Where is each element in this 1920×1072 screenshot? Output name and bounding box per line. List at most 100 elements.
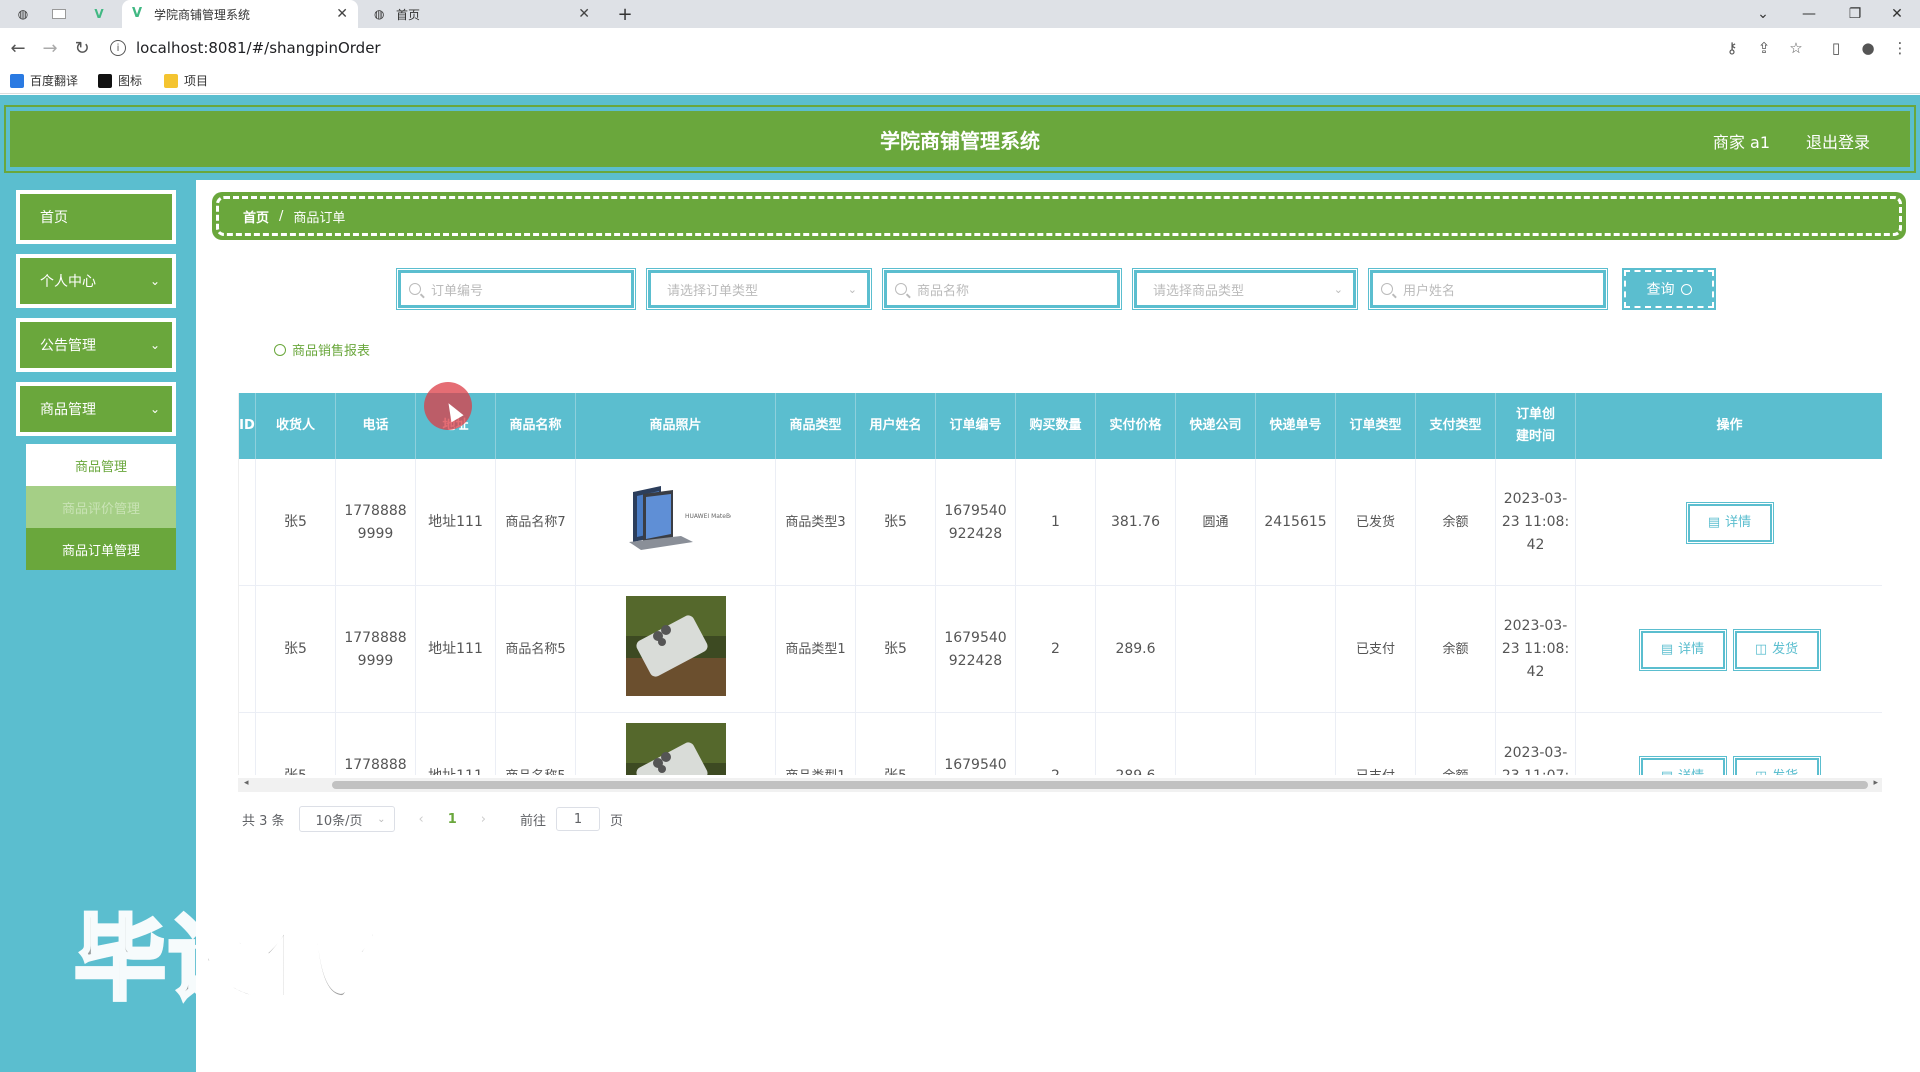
prev-page-icon[interactable]: ‹ xyxy=(419,812,424,827)
forward-icon[interactable]: → xyxy=(38,36,62,60)
sidebar-item-notice[interactable]: 公告管理 ⌄ xyxy=(16,318,176,372)
tab-home[interactable]: ◍ 首页 ✕ xyxy=(364,0,600,28)
placeholder-text: 订单编号 xyxy=(431,283,484,299)
bookmark-project[interactable]: 项目 xyxy=(164,72,208,89)
order-type-select[interactable]: 请选择订单类型 ⌄ xyxy=(646,268,872,310)
cell-product-name: 商品名称7 xyxy=(496,459,576,586)
cell-phone: 17788889999 xyxy=(336,586,416,713)
scroll-left-icon[interactable]: ◂ xyxy=(244,778,249,788)
tab-active[interactable]: V 学院商铺管理系统 ✕ xyxy=(122,0,358,28)
cell-price: 289.6 xyxy=(1096,586,1176,713)
laptop-photo: HUAWEI MateBook X xyxy=(621,484,746,562)
cell-created: 2023-03-23 11:08:42 xyxy=(1496,586,1576,713)
phone-photo xyxy=(625,595,726,704)
detail-button[interactable]: ▤ 详情 xyxy=(1638,755,1727,775)
logout-link[interactable]: 退出登录 xyxy=(1806,129,1870,153)
blank-tab-icon[interactable] xyxy=(48,4,70,24)
tab-search-icon[interactable]: ⌄ xyxy=(1740,0,1786,28)
detail-button[interactable]: ▤ 详情 xyxy=(1685,501,1774,544)
submenu-product-manage[interactable]: 商品管理 xyxy=(26,444,176,486)
cell-order-type: 已支付 xyxy=(1336,586,1416,713)
cell-photo: HUAWEI MateBook X xyxy=(576,459,776,586)
button-label: 发货 xyxy=(1772,642,1799,657)
page-size-select[interactable]: 10条/页 ⌄ xyxy=(298,806,395,832)
vue-tab-icon[interactable]: V xyxy=(88,4,110,24)
query-label: 查询 xyxy=(1646,282,1675,298)
restore-icon[interactable]: ❐ xyxy=(1832,0,1878,28)
sidebar-item-products[interactable]: 商品管理 ⌄ xyxy=(16,382,176,436)
bookmark-translate[interactable]: 百度翻译 xyxy=(10,72,78,89)
detail-button[interactable]: ▤ 详情 xyxy=(1638,628,1727,671)
minimize-icon[interactable]: — xyxy=(1786,0,1832,28)
user-label: 商家 a1 xyxy=(1712,133,1770,152)
sales-report-link[interactable]: 商品销售报表 xyxy=(274,340,370,359)
sidepanel-icon[interactable]: ▯ xyxy=(1826,38,1846,58)
cell-product-type: 商品类型1 xyxy=(776,586,856,713)
chevron-down-icon: ⌄ xyxy=(847,282,857,296)
bookmark-label: 百度翻译 xyxy=(30,74,79,88)
new-tab-button[interactable]: + xyxy=(614,4,636,25)
top-band: 学院商铺管理系统 商家 a1 退出登录 xyxy=(0,95,1920,180)
sidebar-item-profile[interactable]: 个人中心 ⌄ xyxy=(16,254,176,308)
cell-receiver: 张5 xyxy=(256,586,336,713)
cell-courier: 圆通 xyxy=(1176,459,1256,586)
cell-photo xyxy=(576,713,776,775)
close-tab-icon[interactable]: ✕ xyxy=(578,6,590,22)
placeholder-text: 用户姓名 xyxy=(1403,283,1456,299)
ship-button[interactable]: ◫ 发货 xyxy=(1732,755,1821,775)
page-suffix: 页 xyxy=(610,813,624,829)
globe-favicon-icon: ◍ xyxy=(374,7,385,21)
column-header: 电话 xyxy=(336,393,416,459)
back-icon[interactable]: ← xyxy=(6,36,30,60)
horizontal-scrollbar[interactable]: ◂ ▸ xyxy=(238,778,1882,792)
breadcrumb-separator: / xyxy=(279,208,284,224)
profile-icon[interactable]: ● xyxy=(1858,38,1878,58)
ship-button[interactable]: ◫ 发货 xyxy=(1732,628,1821,671)
breadcrumb-home[interactable]: 首页 xyxy=(243,207,269,226)
product-name-input[interactable]: 商品名称 xyxy=(882,268,1122,310)
bookmark-icons[interactable]: 图标 xyxy=(98,72,142,89)
main-content: 首页 / 商品订单 订单编号 请选择订单类型 ⌄ 商品名称 请选择商品类型 ⌄ … xyxy=(196,180,1920,1072)
cell-user-name: 张5 xyxy=(856,713,936,775)
search-icon xyxy=(1381,283,1393,295)
query-button[interactable]: 查询 xyxy=(1622,268,1716,310)
address-bar-row: ← → ↻ i localhost:8081/#/shangpinOrder ⚷… xyxy=(0,28,1920,68)
goto-page-input[interactable]: 1 xyxy=(556,807,601,831)
url-field[interactable]: i localhost:8081/#/shangpinOrder xyxy=(110,34,1710,62)
current-page[interactable]: 1 xyxy=(448,812,457,827)
sidebar-item-home[interactable]: 首页 xyxy=(16,190,176,244)
close-window-icon[interactable]: ✕ xyxy=(1874,0,1920,28)
svg-text:HUAWEI MateBook X: HUAWEI MateBook X xyxy=(685,513,731,520)
scrollbar-thumb[interactable] xyxy=(332,781,1868,789)
user-name-input[interactable]: 用户姓名 xyxy=(1368,268,1608,310)
submenu-product-review[interactable]: 商品评价管理 xyxy=(26,486,176,528)
close-tab-icon[interactable]: ✕ xyxy=(336,6,348,22)
cell-price: 381.76 xyxy=(1096,459,1176,586)
column-header: 快递单号 xyxy=(1256,393,1336,459)
globe-icon[interactable]: ◍ xyxy=(12,4,34,24)
search-icon xyxy=(895,283,907,295)
order-no-input[interactable]: 订单编号 xyxy=(396,268,636,310)
cell-created: 2023-03-23 11:07:20 xyxy=(1496,713,1576,775)
cell-address: 地址111 xyxy=(416,459,496,586)
site-info-icon[interactable]: i xyxy=(110,40,126,56)
scroll-right-icon[interactable]: ▸ xyxy=(1873,778,1878,788)
submenu-product-order[interactable]: 商品订单管理 xyxy=(26,528,176,570)
column-header: 用户姓名 xyxy=(856,393,936,459)
menu-icon[interactable]: ⋮ xyxy=(1890,38,1910,58)
cell-user-name: 张5 xyxy=(856,459,936,586)
next-page-icon[interactable]: › xyxy=(481,812,486,827)
placeholder-text: 请选择商品类型 xyxy=(1153,283,1245,299)
star-icon[interactable]: ☆ xyxy=(1786,38,1806,58)
clock-icon xyxy=(274,343,286,356)
pagination: 共 3 条 10条/页 ⌄ ‹ 1 › 前往 1 页 xyxy=(242,806,624,832)
reload-icon[interactable]: ↻ xyxy=(70,36,94,60)
document-icon: ▤ xyxy=(1707,515,1721,530)
cell-product-type: 商品类型3 xyxy=(776,459,856,586)
share-icon[interactable]: ⇪ xyxy=(1754,38,1774,58)
product-type-select[interactable]: 请选择商品类型 ⌄ xyxy=(1132,268,1358,310)
key-icon[interactable]: ⚷ xyxy=(1722,38,1742,58)
url-text: localhost:8081/#/shangpinOrder xyxy=(136,39,381,57)
sidebar-item-label: 首页 xyxy=(40,210,68,226)
goto-label: 前往 xyxy=(520,813,547,829)
